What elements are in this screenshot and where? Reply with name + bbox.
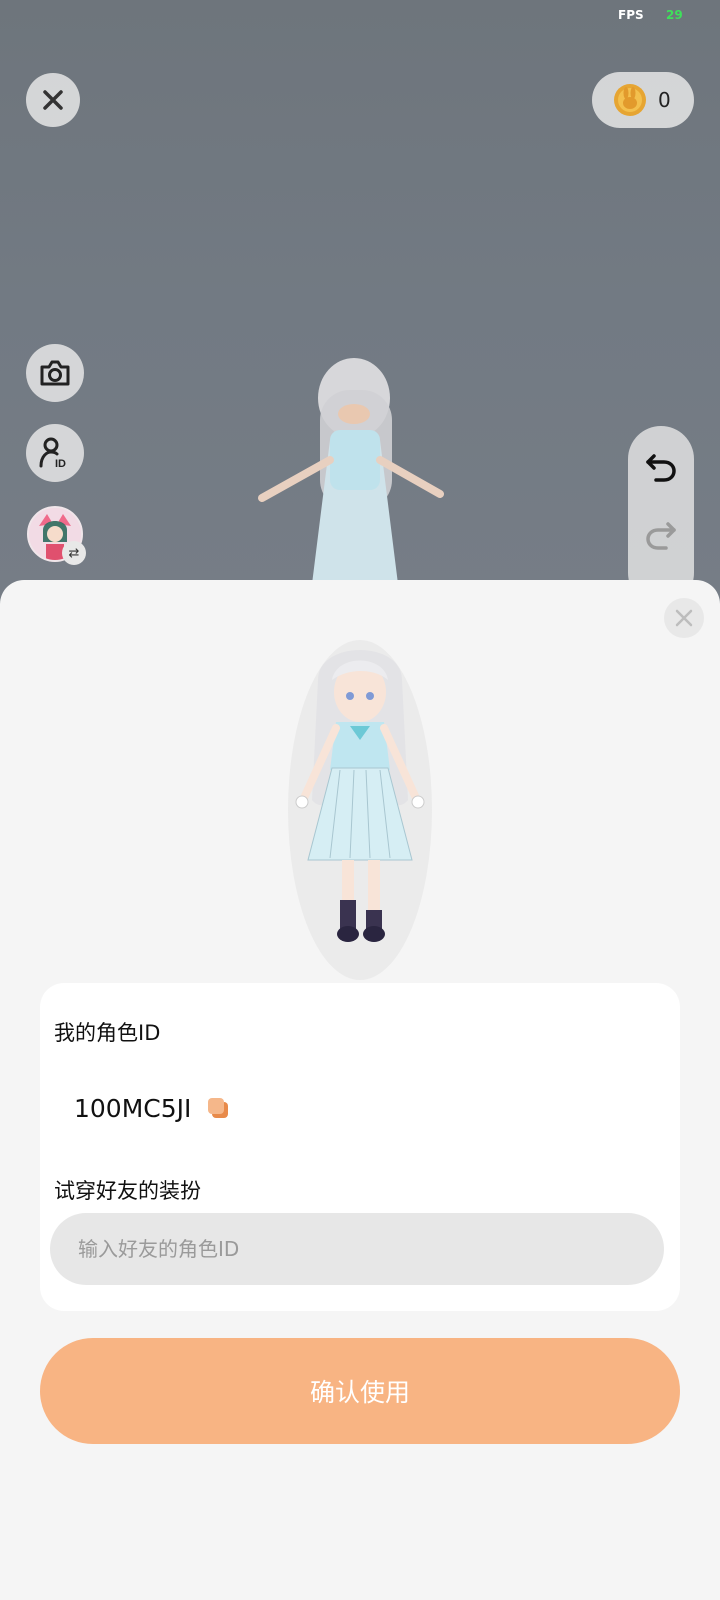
undo-icon[interactable] [644,452,678,482]
my-id-title: 我的角色ID [54,1021,161,1045]
try-on-title: 试穿好友的装扮 [54,1179,201,1203]
user-id-icon: ID [39,437,66,470]
character-preview [288,640,432,980]
sheet-close-button[interactable] [664,598,704,638]
close-icon [43,90,63,110]
close-button[interactable] [26,73,80,127]
copy-icon[interactable] [207,1097,229,1119]
camera-button[interactable] [26,344,84,402]
svg-text:ID: ID [55,458,66,470]
coin-count: 0 [658,88,671,112]
camera-icon [40,360,70,386]
fps-label: FPS [618,8,644,22]
undo-redo-panel [628,426,694,606]
close-icon [675,609,693,627]
rabbit-coin-icon [614,84,646,116]
swap-icon: ⇄ [62,541,86,565]
my-role-id: 100MC5JI [74,1094,192,1123]
confirm-button[interactable]: 确认使用 [40,1338,680,1444]
redo-icon[interactable] [644,520,678,550]
coin-balance[interactable]: 0 [592,72,694,128]
profile-id-button[interactable]: ID [26,424,84,482]
friend-id-input[interactable] [50,1213,664,1285]
fps-value: 29 [666,8,683,22]
